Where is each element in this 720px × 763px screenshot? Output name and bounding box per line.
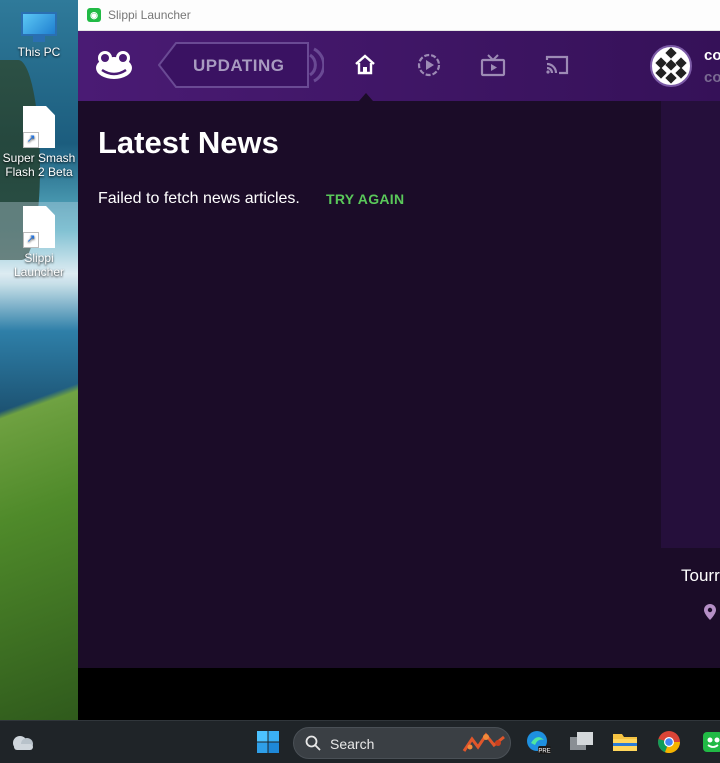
window-titlebar[interactable]: ◉ Slippi Launcher [78,0,720,31]
chrome-icon [658,731,681,754]
search-highlight-icon [462,732,505,752]
start-button[interactable] [255,729,281,755]
computer-icon [19,12,59,42]
taskbar-task-view[interactable] [569,729,595,755]
news-error-message: Failed to fetch news articles. [98,190,300,207]
search-label: Search [330,736,375,752]
tab-broadcast[interactable] [543,51,571,79]
folder-icon [613,734,637,751]
slippi-launcher-window: ◉ Slippi Launcher UPDATING co co Latest … [78,0,720,720]
user-name: co [704,47,720,64]
tab-replays[interactable] [415,51,443,79]
replay-play-icon [417,53,441,77]
window-footer [78,668,720,720]
windows-logo-icon [257,731,279,753]
taskbar-file-explorer[interactable] [612,729,638,755]
user-avatar[interactable] [650,45,692,87]
tab-spectate[interactable] [479,51,507,79]
top-navbar: UPDATING co co [78,31,720,101]
page-title: Latest News [98,125,279,160]
avatar-pattern-icon [655,47,687,84]
taskbar-chrome[interactable] [656,729,682,755]
taskbar-edge-beta[interactable]: PRE [525,729,551,755]
desktop-icon-this-pc[interactable]: This PC [0,12,78,59]
location-pin-icon [704,604,716,620]
taskbar-slippi-launcher[interactable] [700,729,720,755]
desktop-icon-label: Super Smash Flash 2 Beta [2,151,76,179]
desktop-icon-label: This PC [17,45,61,59]
tab-home[interactable] [351,51,379,101]
try-again-button[interactable]: TRY AGAIN [326,191,404,207]
windows-taskbar: Search PRE [0,720,720,763]
desktop-background: This PC ↗ Super Smash Flash 2 Beta ↗ Sli… [0,0,78,720]
shortcut-file-icon: ↗ [23,206,55,248]
desktop-icon-super-smash-flash[interactable]: ↗ Super Smash Flash 2 Beta [0,106,78,179]
shortcut-file-icon: ↗ [23,106,55,148]
search-icon [305,735,321,751]
updating-button[interactable]: UPDATING [158,42,324,88]
taskbar-search[interactable]: Search [293,727,511,759]
updating-label: UPDATING [193,56,285,75]
slippi-app-icon: ◉ [87,8,101,22]
tournament-title[interactable]: Tourr [681,566,720,586]
home-content: Latest News Failed to fetch news article… [78,101,720,668]
desktop-icon-label: Slippi Launcher [13,251,65,279]
user-connect-code: co [704,69,720,86]
tv-play-icon [480,54,506,77]
home-icon [355,54,375,75]
weather-widget[interactable] [10,729,36,755]
slippi-frog-logo-icon[interactable] [94,48,134,82]
edge-browser-icon: PRE [527,731,551,755]
desktop-icon-slippi-launcher[interactable]: ↗ Slippi Launcher [0,202,78,283]
svg-text:PRE: PRE [538,749,550,755]
slippi-taskbar-icon [703,732,720,752]
tournament-panel [661,101,720,548]
window-title: Slippi Launcher [108,8,191,22]
cloud-weather-icon [13,736,33,750]
task-view-icon [570,732,593,750]
cast-icon [545,55,569,75]
